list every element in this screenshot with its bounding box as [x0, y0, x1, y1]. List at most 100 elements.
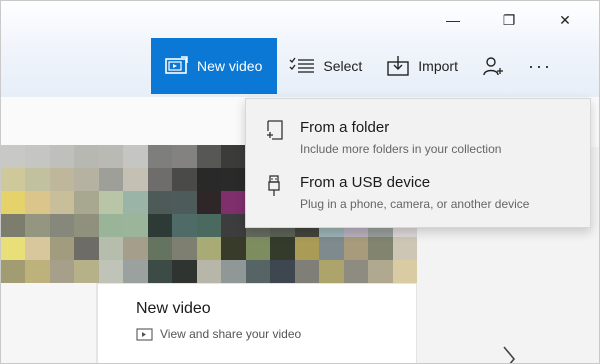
mosaic-cell — [172, 145, 197, 168]
option-title: From a folder — [300, 119, 390, 136]
previous-card[interactable] — [1, 283, 97, 363]
mosaic-cell — [123, 168, 148, 191]
mosaic-cell — [1, 145, 26, 168]
mosaic-cell — [245, 260, 271, 283]
mosaic-cell — [1, 237, 26, 260]
import-icon — [386, 55, 410, 77]
mosaic-cell — [221, 191, 246, 214]
restore-icon: ❐ — [502, 11, 516, 28]
mosaic-cell — [25, 237, 50, 260]
more-button[interactable]: ··· — [516, 38, 564, 94]
mosaic-cell — [245, 237, 271, 260]
from-usb-option[interactable]: From a USB device Plug in a phone, camer… — [246, 162, 592, 218]
option-title: From a USB device — [300, 174, 431, 191]
video-card[interactable]: New video View and share your video — [97, 283, 417, 363]
mosaic-cell — [172, 214, 197, 237]
mosaic-cell — [319, 260, 344, 283]
close-button[interactable]: ✕ — [537, 7, 593, 33]
option-subtitle: Plug in a phone, camera, or another devi… — [300, 197, 530, 211]
from-folder-option[interactable]: From a folder Include more folders in yo… — [246, 107, 592, 163]
mosaic-cell — [49, 168, 75, 191]
window-controls: — ❐ ✕ — [425, 7, 593, 33]
card-subtitle-text: View and share your video — [160, 327, 302, 341]
card-subtitle: View and share your video — [136, 326, 301, 342]
mosaic-cell — [123, 214, 148, 237]
mosaic-cell — [25, 145, 50, 168]
mosaic-cell — [98, 191, 124, 214]
mosaic-cell — [123, 191, 148, 214]
new-video-label: New video — [197, 58, 263, 74]
mosaic-cell — [25, 260, 50, 283]
mosaic-cell — [147, 145, 173, 168]
mosaic-cell — [221, 237, 246, 260]
mosaic-cell — [98, 145, 124, 168]
mosaic-cell — [392, 237, 417, 260]
mosaic-cell — [98, 168, 124, 191]
mosaic-cell — [196, 237, 222, 260]
folder-add-icon — [264, 119, 286, 141]
mosaic-cell — [25, 168, 50, 191]
mosaic-cell — [74, 168, 99, 191]
mosaic-cell — [270, 237, 295, 260]
card-title: New video — [136, 300, 211, 317]
mosaic-cell — [74, 260, 99, 283]
app-window: — ❐ ✕ New video Select Import ··· New vi… — [0, 0, 600, 364]
new-video-button[interactable]: New video — [151, 38, 278, 94]
mosaic-cell — [368, 237, 393, 260]
mosaic-cell — [1, 260, 26, 283]
mosaic-cell — [221, 260, 246, 283]
minimize-button[interactable]: — — [425, 7, 481, 33]
mosaic-cell — [368, 260, 393, 283]
mosaic-cell — [98, 214, 124, 237]
import-label: Import — [418, 58, 458, 74]
mosaic-cell — [319, 237, 344, 260]
import-dropdown: From a folder Include more folders in yo… — [245, 98, 591, 228]
account-button[interactable] — [470, 38, 516, 94]
title-bar: — ❐ ✕ New video Select Import ··· — [1, 1, 599, 97]
mosaic-cell — [123, 260, 148, 283]
mosaic-cell — [221, 214, 246, 237]
video-editor-icon — [136, 326, 154, 342]
mosaic-cell — [147, 191, 173, 214]
mosaic-cell — [172, 191, 197, 214]
more-icon: ··· — [527, 55, 552, 76]
mosaic-cell — [172, 168, 197, 191]
mosaic-cell — [343, 237, 369, 260]
mosaic-cell — [196, 260, 222, 283]
mosaic-cell — [147, 237, 173, 260]
checklist-icon — [289, 57, 315, 75]
restore-button[interactable]: ❐ — [481, 7, 537, 33]
mosaic-cell — [172, 237, 197, 260]
import-button[interactable]: Import — [374, 38, 470, 94]
mosaic-cell — [221, 168, 246, 191]
mosaic-cell — [392, 260, 417, 283]
mosaic-cell — [49, 260, 75, 283]
mosaic-cell — [98, 260, 124, 283]
mosaic-cell — [147, 260, 173, 283]
select-button[interactable]: Select — [277, 38, 374, 94]
mosaic-cell — [25, 191, 50, 214]
mosaic-cell — [98, 237, 124, 260]
mosaic-cell — [147, 168, 173, 191]
mosaic-cell — [172, 260, 197, 283]
mosaic-cell — [123, 237, 148, 260]
usb-icon — [264, 174, 286, 198]
mosaic-cell — [49, 191, 75, 214]
mosaic-cell — [123, 145, 148, 168]
mosaic-cell — [74, 191, 99, 214]
mosaic-cell — [1, 214, 26, 237]
mosaic-cell — [49, 145, 75, 168]
mosaic-cell — [270, 260, 295, 283]
mosaic-cell — [74, 214, 99, 237]
mosaic-cell — [1, 191, 26, 214]
toolbar: New video Select Import ··· — [151, 38, 564, 94]
mosaic-cell — [49, 214, 75, 237]
option-subtitle: Include more folders in your collection — [300, 142, 502, 156]
select-label: Select — [323, 58, 363, 74]
add-person-icon — [482, 55, 504, 77]
chevron-right-icon[interactable] — [501, 345, 517, 363]
mosaic-cell — [74, 145, 99, 168]
minimize-icon: — — [446, 12, 460, 28]
close-icon: ✕ — [559, 11, 571, 28]
mosaic-cell — [343, 260, 369, 283]
